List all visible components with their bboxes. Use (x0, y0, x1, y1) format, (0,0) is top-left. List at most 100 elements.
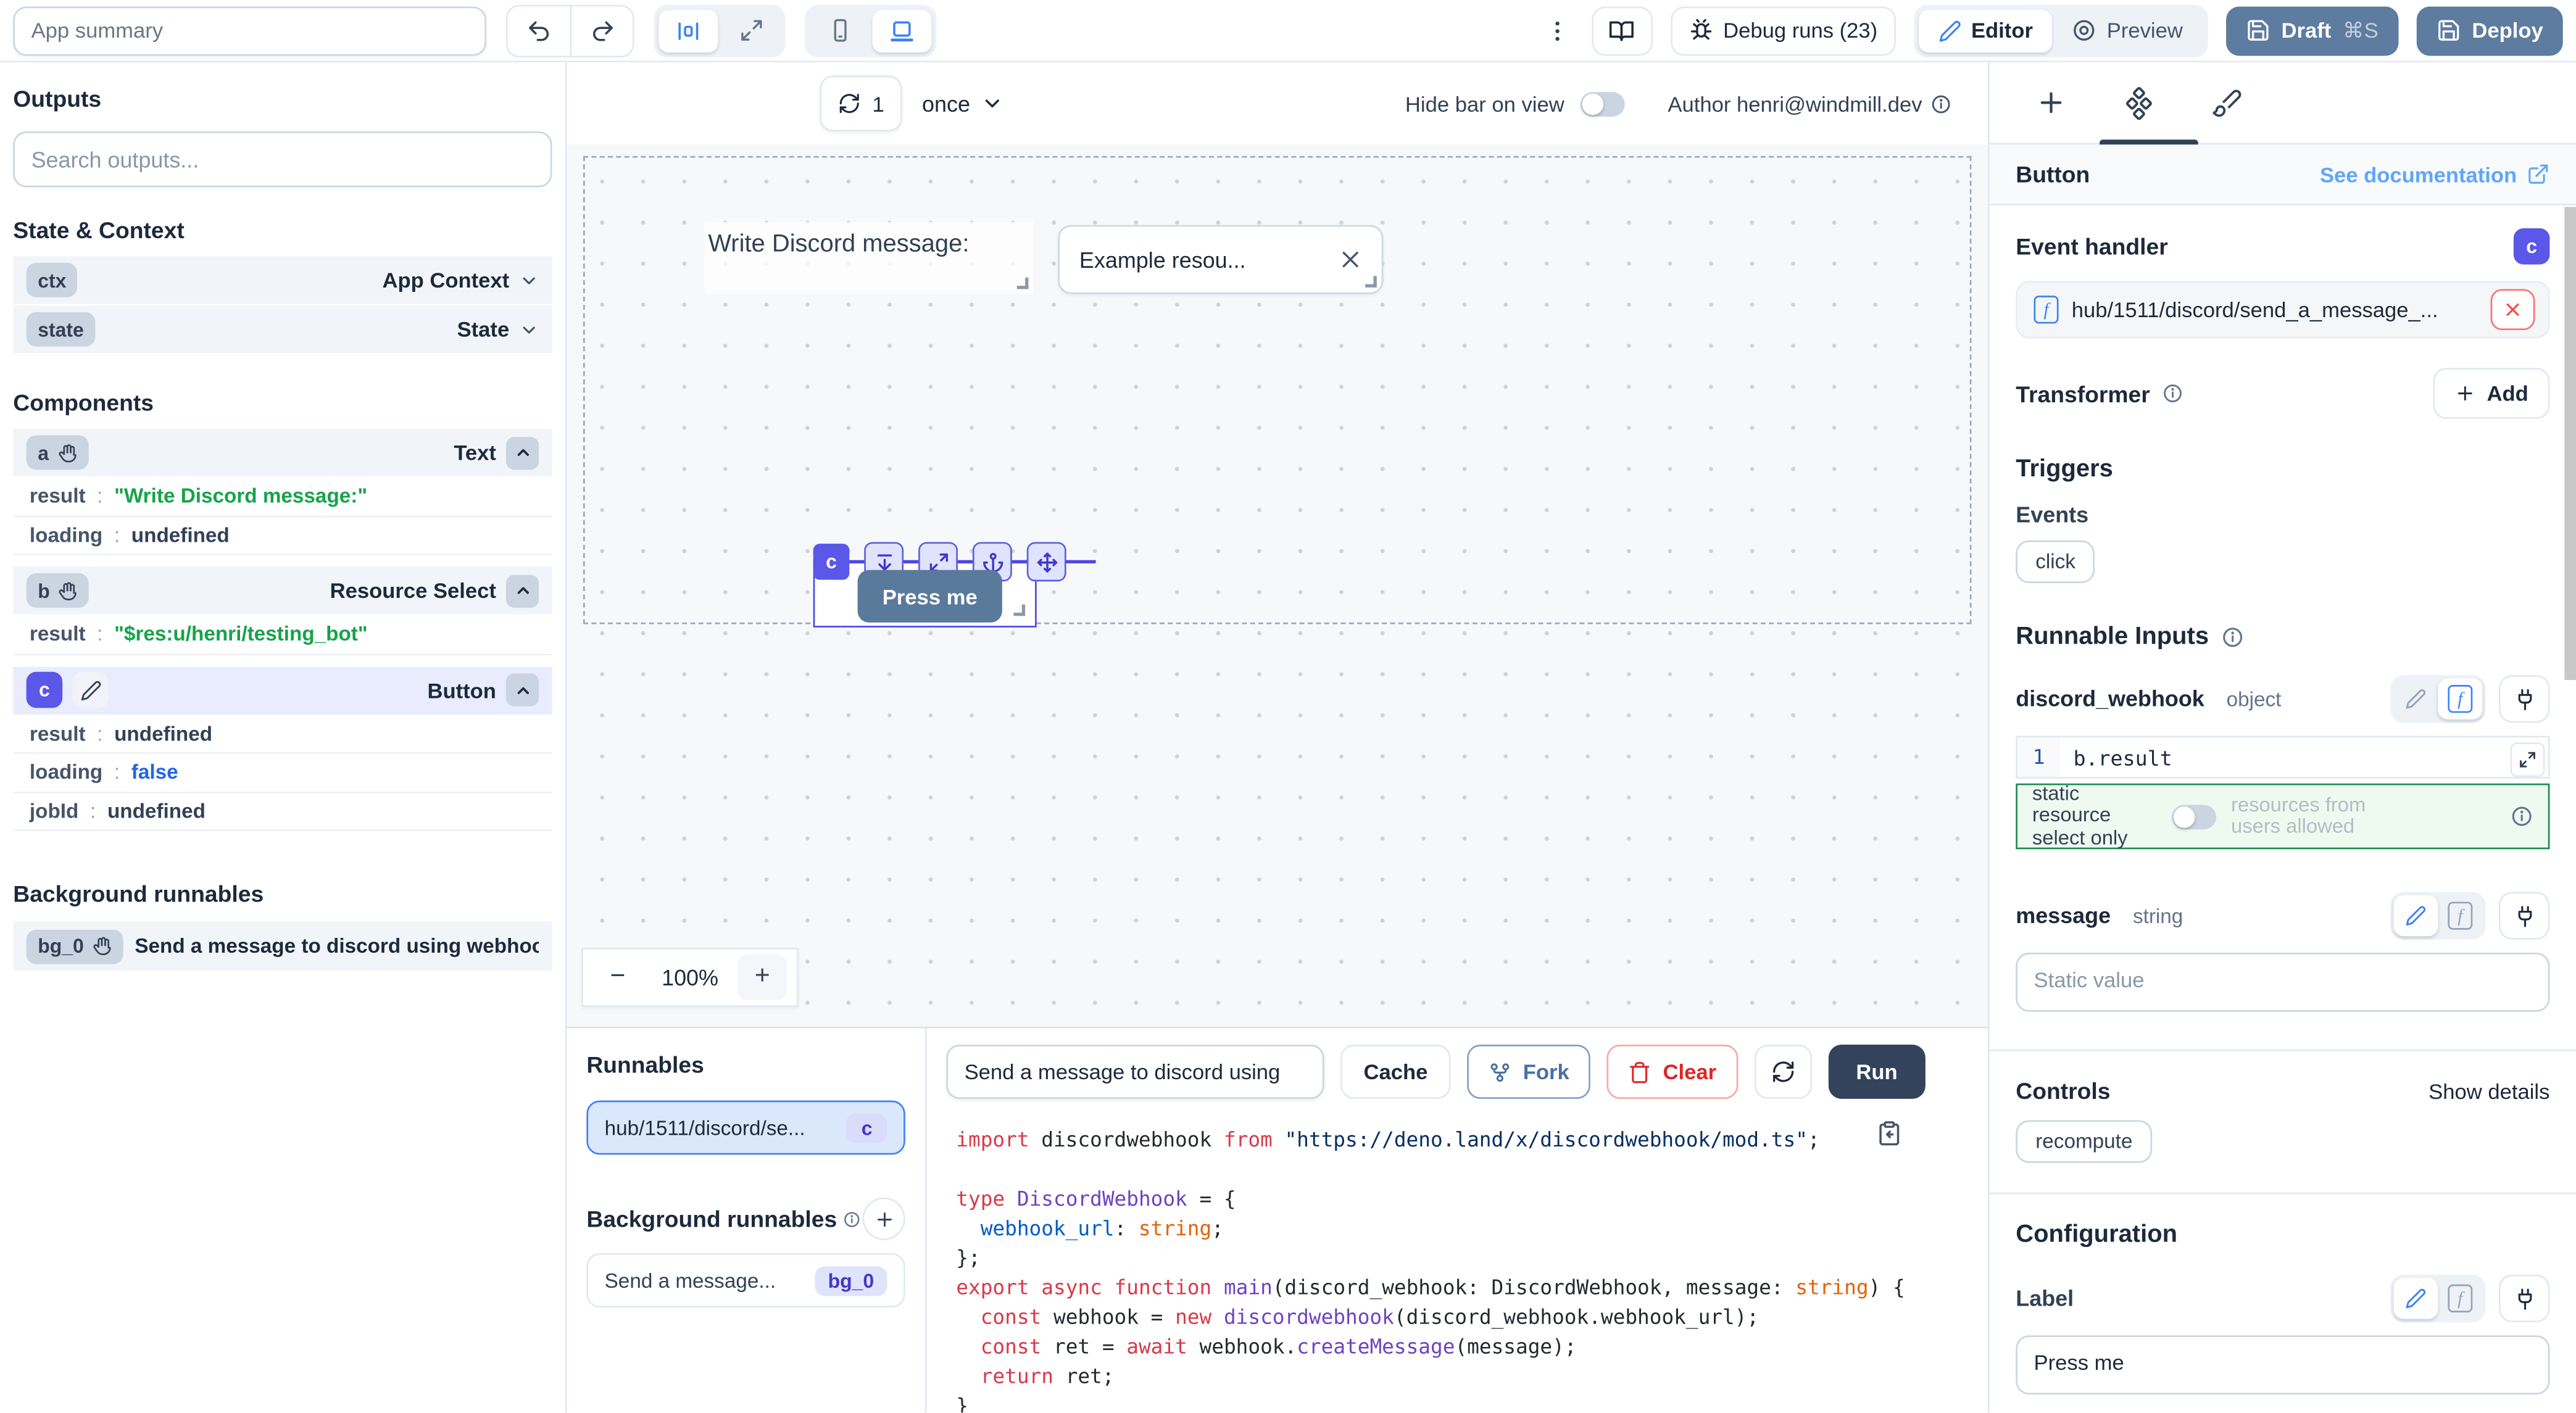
component-c-badge: c (27, 672, 63, 708)
more-menu-button[interactable] (1541, 17, 1574, 44)
zoom-in-button[interactable]: + (737, 955, 787, 1001)
collapse-button[interactable] (506, 574, 539, 607)
info-icon[interactable] (844, 1210, 862, 1228)
eval-mode-button[interactable]: f (2438, 678, 2482, 719)
info-icon[interactable] (2511, 805, 2533, 827)
centered-layout-button[interactable] (659, 9, 718, 52)
resource-select-component[interactable]: Example resou... (1058, 225, 1383, 294)
hide-bar-toggle[interactable] (1581, 91, 1625, 116)
draft-button[interactable]: Draft ⌘S (2225, 6, 2398, 55)
collapse-button[interactable] (506, 436, 539, 469)
see-documentation-link[interactable]: See documentation (2320, 162, 2549, 186)
static-resource-toggle-box: static resource select only resources fr… (2016, 784, 2549, 849)
app-summary-input[interactable] (13, 6, 486, 55)
refresh-code-button[interactable] (1754, 1045, 1811, 1099)
deploy-button[interactable]: Deploy (2416, 6, 2563, 55)
text-component[interactable]: Write Discord message: (705, 222, 1033, 294)
add-transformer-button[interactable]: Add (2433, 368, 2550, 419)
event-handler-chip[interactable]: f hub/1511/discord/send_a_message_... (2016, 281, 2549, 338)
tab-insert-component[interactable] (2035, 87, 2067, 118)
copy-code-icon[interactable] (1876, 1120, 1903, 1146)
zoom-out-button[interactable]: − (593, 955, 642, 1001)
add-label: Add (2487, 381, 2528, 406)
scrollbar[interactable] (2564, 207, 2576, 680)
layout-toggle-group (654, 4, 785, 57)
refresh-count-button[interactable]: 1 (820, 75, 902, 131)
pencil-icon[interactable] (72, 672, 109, 708)
clear-button[interactable]: Clear (1607, 1045, 1738, 1099)
button-component-selected[interactable]: c Press me (813, 561, 1037, 627)
app-canvas[interactable]: Write Discord message: Example resou... … (567, 144, 1988, 1026)
press-me-button[interactable]: Press me (858, 570, 1002, 623)
recompute-chip[interactable]: recompute (2016, 1120, 2152, 1162)
resources-from-users-label: resources from users allowed (2231, 794, 2379, 839)
static-mode-button[interactable] (2394, 678, 2438, 719)
info-icon[interactable] (1930, 93, 1952, 114)
clear-selection-icon[interactable] (1339, 248, 1362, 271)
expand-editor-button[interactable] (2511, 742, 2545, 777)
component-row-b[interactable]: b Resource Select (13, 566, 552, 614)
tab-editor[interactable]: Editor (1919, 9, 2053, 52)
static-mode-button[interactable] (2394, 895, 2438, 937)
event-click-chip[interactable]: click (2016, 541, 2095, 583)
connect-input-button[interactable] (2499, 892, 2550, 939)
code-editor[interactable]: import discordwebhook from "https://deno… (926, 1109, 1988, 1412)
component-row-a[interactable]: a Text (13, 429, 552, 476)
mobile-view-button[interactable] (810, 9, 869, 52)
move-component-button[interactable] (1027, 542, 1066, 581)
tab-component-settings[interactable] (2122, 86, 2155, 119)
draft-shortcut: ⌘S (2343, 17, 2379, 44)
redo-button[interactable] (570, 6, 633, 55)
desktop-view-button[interactable] (873, 9, 932, 52)
output-row-ctx[interactable]: ctx App Context (13, 256, 552, 304)
kv-key: result (30, 623, 86, 646)
eval-mode-button[interactable]: f (2438, 1278, 2482, 1319)
code-line: type DiscordWebhook = { (956, 1184, 1988, 1214)
resize-handle[interactable] (1365, 276, 1377, 288)
component-row-c-selected[interactable]: c Button (13, 666, 552, 713)
info-icon[interactable] (2161, 383, 2183, 404)
bg-runnables-title: Background runnables (586, 1206, 837, 1232)
connect-input-button[interactable] (2499, 1275, 2550, 1322)
add-background-runnable-button[interactable] (863, 1198, 905, 1240)
component-settings-panel: Button See documentation Event handler c… (1988, 62, 2576, 1412)
fork-button[interactable]: Fork (1467, 1045, 1590, 1099)
output-row-state[interactable]: state State (13, 305, 552, 353)
kv-key: jobId (30, 800, 78, 823)
eval-mode-button[interactable]: f (2438, 895, 2482, 937)
trash-icon (1629, 1060, 1652, 1083)
chevron-down-icon[interactable] (519, 320, 539, 339)
bg0-badge: bg_0 (38, 935, 84, 958)
frequency-select[interactable]: once (922, 91, 1003, 116)
bg-runnable-item[interactable]: Send a message... bg_0 (586, 1253, 905, 1307)
full-width-button[interactable] (721, 9, 781, 52)
debug-runs-label: Debug runs (23) (1723, 18, 1877, 43)
resize-handle[interactable] (1017, 278, 1029, 289)
info-icon[interactable] (2221, 625, 2243, 648)
undo-button[interactable] (508, 6, 570, 55)
cache-button[interactable]: Cache (1340, 1045, 1450, 1099)
message-static-value-input[interactable] (2016, 953, 2549, 1012)
output-kv-row: result: "Write Discord message:" (13, 478, 552, 517)
show-details-link[interactable]: Show details (2429, 1079, 2549, 1103)
bg-runnable-label: Send a message... (605, 1269, 776, 1291)
search-outputs-input[interactable] (13, 131, 552, 188)
preview-label: Preview (2107, 18, 2183, 43)
resource-mode-toggle[interactable] (2172, 804, 2216, 829)
connect-input-button[interactable] (2499, 675, 2550, 723)
run-button[interactable]: Run (1828, 1045, 1926, 1099)
label-value-input[interactable]: Press me (2016, 1335, 2549, 1394)
runnable-item-selected[interactable]: hub/1511/discord/se... c (586, 1101, 905, 1155)
background-runnable-row[interactable]: bg_0 Send a message to discord using web… (13, 921, 552, 971)
collapse-button[interactable] (506, 673, 539, 706)
expression-editor[interactable]: 1 b.result (2016, 736, 2549, 779)
resize-handle[interactable] (1013, 605, 1025, 616)
chevron-down-icon[interactable] (519, 270, 539, 290)
script-name-input[interactable] (946, 1045, 1324, 1099)
static-mode-button[interactable] (2394, 1278, 2438, 1319)
tab-styling[interactable] (2211, 87, 2243, 118)
tab-preview[interactable]: Preview (2053, 9, 2203, 52)
remove-handler-button[interactable] (2491, 289, 2535, 331)
debug-runs-button[interactable]: Debug runs (23) (1671, 6, 1896, 55)
docs-button[interactable] (1592, 6, 1652, 55)
